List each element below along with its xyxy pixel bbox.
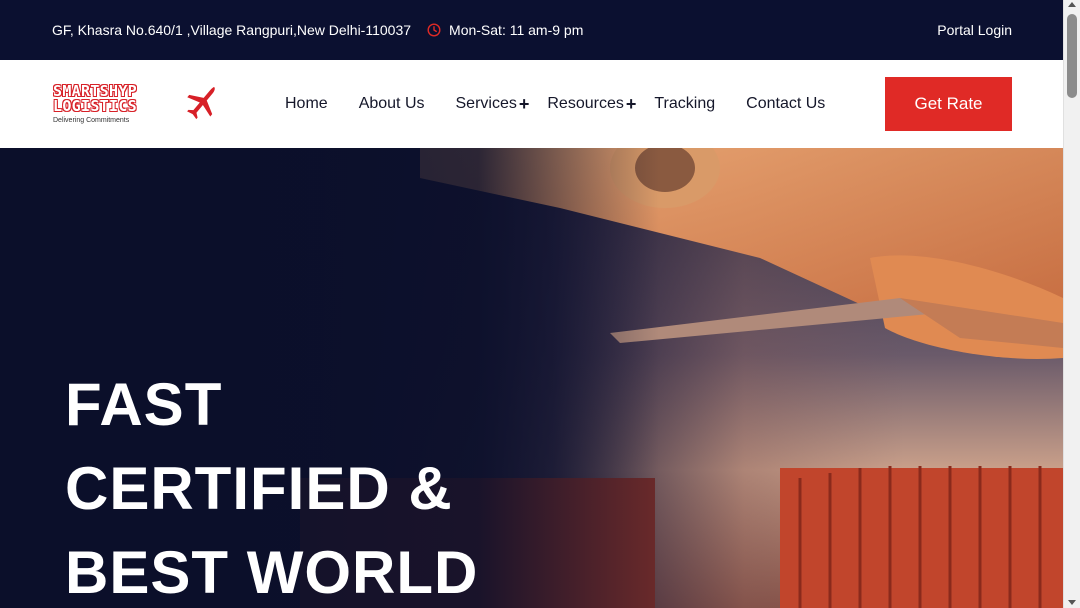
main-navigation: Home About Us Services + Resources + Track… [285, 95, 856, 113]
scroll-thumb[interactable] [1067, 14, 1077, 98]
hero-line-2: CERTIFIED & [65, 455, 453, 522]
business-hours: Mon-Sat: 11 am-9 pm [427, 22, 583, 38]
get-rate-button[interactable]: Get Rate [885, 77, 1012, 131]
plus-icon: + [518, 94, 530, 114]
nav-home[interactable]: Home [285, 95, 328, 113]
nav-about-us[interactable]: About Us [359, 95, 425, 113]
plus-icon: + [625, 94, 637, 114]
hours-text: Mon-Sat: 11 am-9 pm [449, 22, 584, 38]
hero-headline: FAST CERTIFIED & BEST WORLD [65, 363, 478, 608]
hero-banner: FAST CERTIFIED & BEST WORLD [0, 148, 1063, 608]
airplane-icon [187, 87, 215, 120]
portal-login-link[interactable]: Portal Login [937, 22, 1012, 38]
hero-line-1: FAST [65, 371, 223, 438]
nav-tracking[interactable]: Tracking [654, 95, 715, 113]
clock-icon [427, 23, 441, 37]
nav-services[interactable]: Services + [456, 95, 530, 113]
address-text: GF, Khasra No.640/1 ,Village Rangpuri,Ne… [52, 22, 412, 38]
logo-text: SMARTSHYP LOGISTICS Delivering Commitmen… [53, 84, 137, 125]
scroll-down-arrow-icon[interactable] [1068, 600, 1076, 605]
nav-contact-us[interactable]: Contact Us [746, 95, 825, 113]
logo-line-2: LOGISTICS [53, 97, 137, 115]
hero-line-3: BEST WORLD [65, 539, 479, 606]
page-scrollbar[interactable] [1063, 0, 1080, 608]
site-header: SMARTSHYP LOGISTICS Delivering Commitmen… [0, 60, 1063, 148]
brand-logo[interactable]: SMARTSHYP LOGISTICS Delivering Commitmen… [53, 79, 223, 129]
logo-tagline: Delivering Commitments [53, 117, 130, 124]
scroll-up-arrow-icon[interactable] [1068, 2, 1076, 7]
top-info-bar: GF, Khasra No.640/1 ,Village Rangpuri,Ne… [0, 0, 1063, 60]
nav-resources[interactable]: Resources + [547, 95, 636, 113]
